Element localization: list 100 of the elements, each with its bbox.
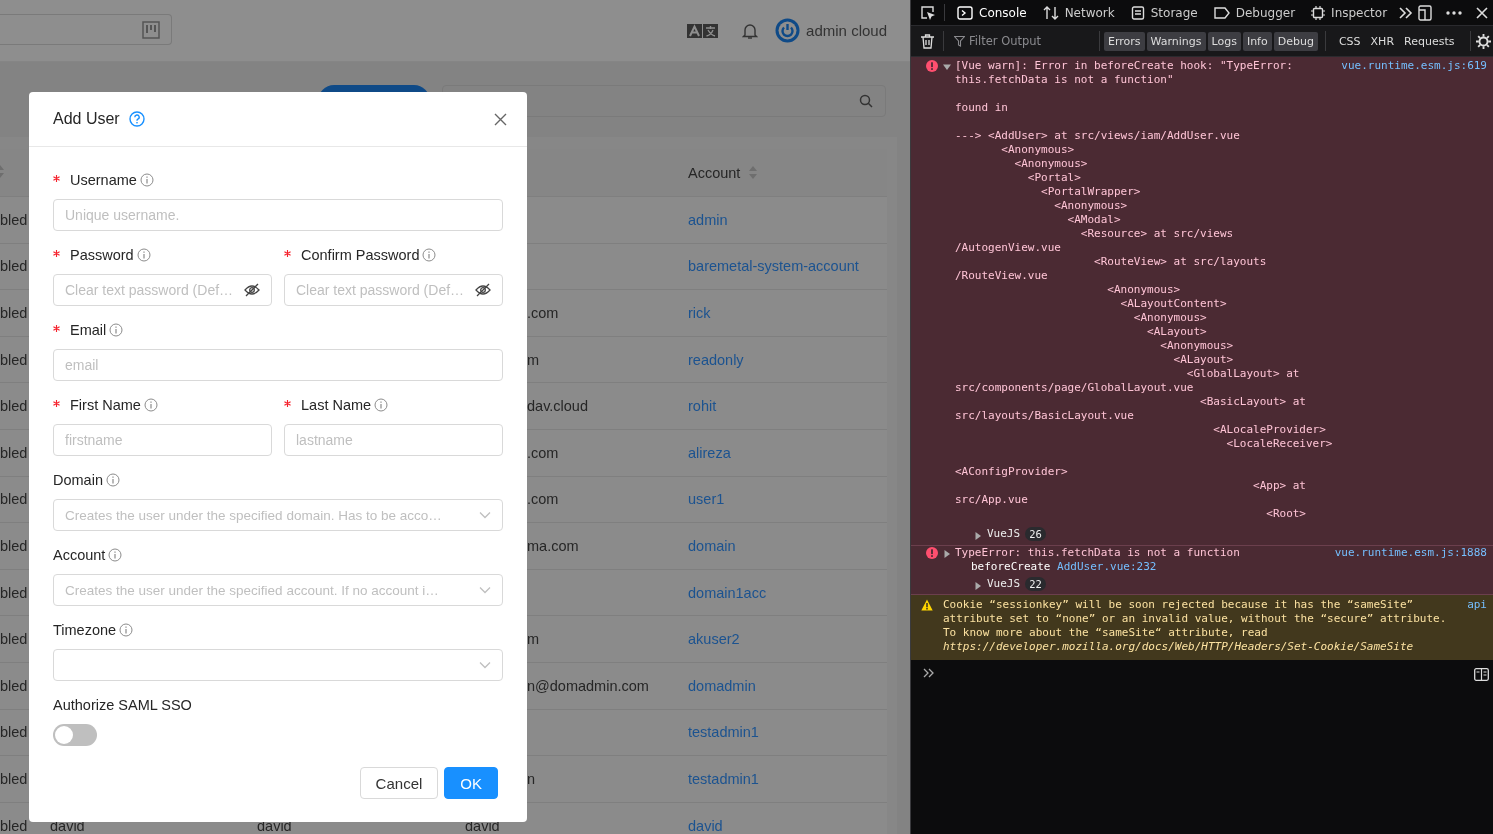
- count-badge: 22: [1025, 577, 1046, 591]
- table-cell: bled: [0, 770, 28, 787]
- filter-toggle[interactable]: Info: [1242, 31, 1272, 51]
- filter-toggle[interactable]: Warnings: [1146, 31, 1206, 51]
- bell-icon[interactable]: [742, 21, 759, 40]
- caret-right-icon[interactable]: [974, 581, 982, 590]
- field-label: Username: [70, 172, 137, 188]
- cancel-button[interactable]: Cancel: [359, 767, 439, 799]
- table-cell: bled: [0, 817, 28, 834]
- toggle-switch[interactable]: [53, 724, 97, 746]
- field-label: Authorize SAML SSO: [53, 697, 192, 713]
- ok-button[interactable]: OK: [444, 767, 498, 799]
- eye-slash-icon[interactable]: [244, 283, 260, 297]
- sidebar-icon[interactable]: [1474, 668, 1489, 681]
- board-icon: [142, 20, 160, 39]
- function-name: beforeCreate: [971, 560, 1051, 573]
- info-icon: [139, 173, 154, 187]
- devtools-tab[interactable]: Storage: [1122, 0, 1206, 25]
- overflow-chevrons-icon[interactable]: [1399, 6, 1414, 19]
- caret-down-icon[interactable]: [943, 63, 951, 71]
- table-cell: bled: [0, 491, 28, 508]
- filter-toggle[interactable]: Debug: [1273, 31, 1318, 51]
- field-label: Password: [70, 247, 134, 263]
- filter-toggle[interactable]: CSS: [1334, 31, 1365, 51]
- warning-icon: [921, 599, 933, 611]
- source-link[interactable]: vue.runtime.esm.js:1888: [1334, 546, 1487, 560]
- table-cell: n: [527, 770, 536, 787]
- settings-icon[interactable]: [1476, 33, 1491, 49]
- eye-slash-icon[interactable]: [475, 283, 491, 297]
- table-cell: .com: [527, 305, 559, 321]
- table-cell: bled: [0, 724, 28, 741]
- dialog-title: Add User: [53, 110, 120, 128]
- tag-icon: [1213, 6, 1230, 19]
- power-icon[interactable]: [775, 18, 801, 43]
- source-link[interactable]: api: [1467, 598, 1487, 654]
- field-label: Account: [53, 547, 106, 563]
- field-label: Email: [70, 322, 107, 338]
- table-cell: .com: [527, 491, 559, 508]
- field-label: Timezone: [53, 622, 117, 638]
- chevron-down-icon: [479, 586, 491, 594]
- pick-element-icon[interactable]: [919, 4, 936, 21]
- group-label[interactable]: VueJS: [987, 577, 1021, 591]
- info-icon: [143, 398, 158, 412]
- search-icon: [859, 94, 873, 108]
- console-icon: [957, 5, 973, 20]
- field-label: Confirm Password: [301, 247, 420, 263]
- filter-toggle[interactable]: XHR: [1366, 31, 1399, 51]
- devtools-tab[interactable]: Network: [1034, 0, 1123, 25]
- table-cell: m: [527, 631, 540, 648]
- dock-icon[interactable]: [1418, 4, 1432, 21]
- chevron-down-icon: [479, 661, 491, 669]
- table-cell: bled: [0, 211, 28, 228]
- table-cell: n@domadmin.com: [527, 677, 649, 694]
- user-name[interactable]: admin cloud: [806, 22, 887, 39]
- caret-right-icon[interactable]: [943, 550, 951, 558]
- help-icon[interactable]: [128, 111, 145, 127]
- password-field[interactable]: Clear text password (Def…: [53, 274, 272, 306]
- filter-toggle[interactable]: Requests: [1400, 31, 1459, 51]
- error-icon: [926, 60, 938, 72]
- info-icon: [374, 398, 389, 412]
- table-cell: bled: [0, 305, 28, 321]
- table-cell: dav.cloud: [527, 398, 588, 415]
- info-icon: [105, 473, 120, 487]
- info-icon: [422, 248, 437, 262]
- warning-message: Cookie “sessionkey” will be soon rejected because it has the “sameSite” attribute set to “none” or an invalid value, without the “secure” attribute. To know more about the “sameSite“ attribute, read https://developer.mozilla.org/docs/Web/HTTP/Headers/Set-Cookie/SameSite: [943, 598, 1447, 654]
- table-cell: bled: [0, 444, 28, 461]
- filter-icon: [954, 35, 965, 47]
- field-label: Last Name: [301, 397, 372, 413]
- input-field[interactable]: [0, 14, 172, 45]
- table-cell: .com: [527, 444, 559, 461]
- trash-icon[interactable]: [920, 33, 934, 49]
- group-label[interactable]: VueJS: [987, 527, 1021, 541]
- info-icon: [108, 548, 123, 562]
- table-cell: bled: [0, 258, 28, 275]
- devtools-tab[interactable]: Console: [949, 0, 1035, 25]
- chip-icon: [1311, 5, 1326, 20]
- arrows-icon: [1042, 5, 1059, 20]
- translate-icon[interactable]: [687, 22, 719, 39]
- filter-toggle[interactable]: Errors: [1104, 31, 1145, 51]
- info-icon: [109, 323, 124, 337]
- table-cell: bled: [0, 677, 28, 694]
- password-field[interactable]: Clear text password (Def…: [284, 274, 503, 306]
- table-cell: bled: [0, 584, 28, 601]
- devtools-tab[interactable]: Inspector: [1303, 0, 1396, 25]
- column-header[interactable]: Account: [688, 164, 741, 181]
- doc-link[interactable]: https://developer.mozilla.org/docs/Web/HTTP/Headers/Set-Cookie/SameSite: [943, 640, 1414, 653]
- filter-toggle[interactable]: Logs: [1207, 31, 1241, 51]
- source-link[interactable]: vue.runtime.esm.js:619: [1341, 59, 1487, 521]
- caret-right-icon[interactable]: [974, 531, 982, 540]
- more-icon[interactable]: [1446, 10, 1462, 15]
- table-cell: ma.com: [527, 537, 579, 554]
- devtools-tab[interactable]: Debugger: [1205, 0, 1304, 25]
- table-cell: m: [527, 351, 540, 368]
- field-label: First Name: [70, 397, 141, 413]
- filter-field[interactable]: Filter Output: [944, 31, 1100, 51]
- error-message: TypeError: this.fetchData is not a function: [955, 546, 1240, 560]
- frame-link[interactable]: AddUser.vue:232: [1057, 560, 1157, 573]
- table-cell: bled: [0, 351, 28, 368]
- select-field[interactable]: [53, 649, 503, 681]
- table-cell: bled: [0, 398, 28, 415]
